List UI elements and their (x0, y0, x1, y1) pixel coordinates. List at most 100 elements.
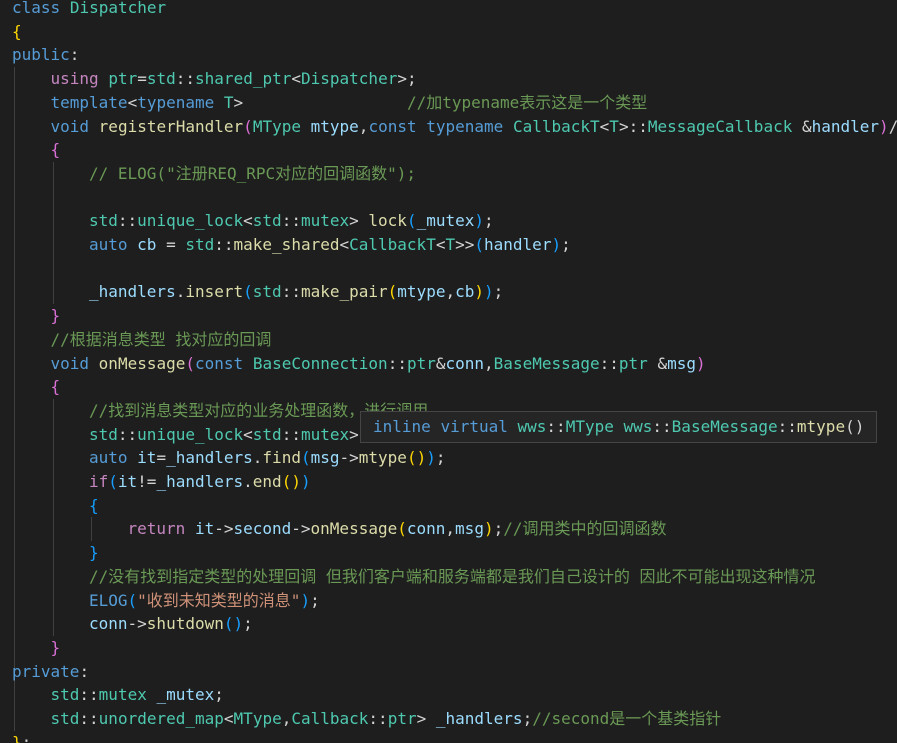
code-line[interactable]: template<typename T> //加typename表示这是一个类型 (51, 91, 648, 114)
keyword-token: virtual (440, 417, 508, 436)
type-token: ptr (618, 353, 648, 373)
punctuation-token (503, 117, 513, 136)
function-token: find (262, 448, 301, 468)
type-token: Callback (291, 709, 369, 728)
type-token: unique_lock (137, 211, 244, 231)
punctuation-token: < (243, 211, 253, 231)
control-keyword-token: if (89, 472, 109, 491)
bracket-token: ( (127, 590, 138, 610)
punctuation-token (301, 117, 311, 136)
indent-guide (52, 161, 54, 305)
punctuation-token: & (435, 353, 446, 373)
type-token: wws (517, 417, 547, 436)
code-line[interactable]: { (12, 20, 22, 43)
punctuation-token: >; (397, 69, 417, 89)
code-line[interactable]: void registerHandler(MType mtype,const t… (51, 115, 897, 138)
punctuation-token: = (156, 235, 186, 254)
type-token: BaseMessage (493, 353, 600, 373)
bracket-token: () (223, 614, 244, 634)
code-line[interactable]: std::unique_lock<std::mutex> lock(_mutex… (89, 209, 494, 232)
punctuation-token: :: (79, 685, 99, 705)
code-editor[interactable]: class Dispatcher{public: using ptr=std::s… (0, 0, 897, 743)
punctuation-token: ; (435, 448, 446, 468)
code-line[interactable]: //根据消息类型 找对应的回调 (51, 328, 272, 351)
type-token: unique_lock (137, 424, 244, 444)
variable-token: handler (811, 116, 880, 136)
type-token: BaseConnection (252, 353, 388, 373)
code-line[interactable]: { (51, 375, 61, 398)
code-line[interactable]: class Dispatcher (12, 0, 166, 19)
punctuation-token: -> (127, 614, 147, 634)
type-token: T (609, 116, 619, 136)
punctuation-token: > (349, 424, 359, 444)
punctuation-token: () (845, 417, 865, 436)
code-line[interactable]: _handlers.insert(std::make_pair(mtype,cb… (89, 280, 503, 303)
function-token: insert (185, 282, 244, 302)
bracket-token: ( (108, 472, 118, 491)
code-line[interactable]: { (51, 138, 61, 161)
bracket-token: } (89, 543, 99, 563)
variable-token: _mutex (416, 211, 475, 231)
code-line[interactable]: if(it!=_handlers.end()) (89, 470, 311, 493)
punctuation-token: :: (117, 424, 138, 444)
punctuation-token: , (281, 709, 292, 728)
code-line[interactable]: } (51, 304, 61, 327)
punctuation-token: & (647, 353, 668, 373)
punctuation-token: :: (546, 417, 566, 436)
type-token: unordered_map (98, 709, 224, 728)
keyword-token: const (195, 353, 244, 373)
punctuation-token: != (137, 472, 157, 491)
punctuation-token: < (243, 424, 253, 444)
code-line[interactable]: { (89, 494, 99, 517)
code-line[interactable]: } (51, 636, 61, 659)
bracket-token: ) (695, 353, 706, 373)
punctuation-token: < (127, 92, 138, 112)
type-token: std (50, 709, 80, 728)
type-token: std (252, 282, 282, 302)
control-keyword-token: using (50, 69, 99, 89)
bracket-token: ( (387, 282, 398, 302)
punctuation-token: :: (214, 235, 234, 254)
string-token: "收到未知类型的消息" (137, 590, 301, 610)
code-line[interactable]: using ptr=std::shared_ptr<Dispatcher>; (51, 67, 417, 90)
bracket-token: ( (243, 282, 253, 302)
punctuation-token (243, 354, 253, 373)
bracket-token: ) (300, 472, 311, 491)
code-line[interactable]: //没有找到指定类型的处理回调 但我们客户端和服务端都是我们自己设计的 因此不可… (89, 565, 816, 588)
code-line[interactable]: private: (12, 660, 89, 683)
punctuation-token: : (69, 45, 80, 65)
code-line[interactable]: }; (12, 731, 31, 743)
keyword-token: void (50, 353, 90, 373)
keyword-token: void (50, 116, 90, 136)
code-line[interactable]: std::unique_lock<std::mutex> (89, 423, 359, 446)
code-line[interactable]: // ELOG("注册REQ_RPC对应的回调函数"); (89, 162, 416, 185)
code-line[interactable]: auto cb = std::make_shared<CallbackT<T>>… (89, 233, 571, 256)
bracket-token: { (50, 140, 61, 160)
keyword-token: class (12, 0, 61, 17)
keyword-token: typename (137, 92, 215, 112)
code-line[interactable]: std::unordered_map<MType,Callback::ptr> … (51, 707, 722, 730)
code-line[interactable]: return it->second->onMessage(conn,msg);/… (128, 517, 667, 540)
type-token: ptr (406, 353, 436, 373)
bracket-token: () (406, 448, 427, 468)
bracket-token: () (281, 472, 301, 491)
code-line[interactable]: } (89, 541, 99, 564)
code-line[interactable]: conn->shutdown(); (89, 612, 253, 635)
bracket-token: ( (474, 235, 485, 254)
code-line[interactable]: std::mutex _mutex; (51, 683, 224, 706)
code-line[interactable]: ELOG("收到未知类型的消息"); (89, 589, 320, 612)
comment-token: //没有找到指定类型的处理回调 但我们客户端和服务端都是我们自己设计的 因此不可… (89, 566, 816, 586)
function-token: end (252, 472, 282, 491)
code-line[interactable]: void onMessage(const BaseConnection::ptr… (51, 352, 706, 375)
code-line[interactable]: public: (12, 43, 79, 66)
punctuation-token: :: (79, 709, 99, 728)
punctuation-token: -> (214, 519, 234, 539)
comment-token: // ELOG("注册REQ_RPC对应的回调函数"); (89, 163, 417, 183)
variable-token: cb (137, 235, 157, 254)
code-line[interactable]: auto it=_handlers.find(msg->mtype()); (89, 446, 445, 469)
punctuation-token: . (243, 472, 253, 491)
punctuation-token: > (416, 709, 436, 728)
type-token: mutex (300, 424, 350, 444)
type-token: CallbackT (349, 235, 436, 254)
type-token: MessageCallback (647, 116, 793, 136)
